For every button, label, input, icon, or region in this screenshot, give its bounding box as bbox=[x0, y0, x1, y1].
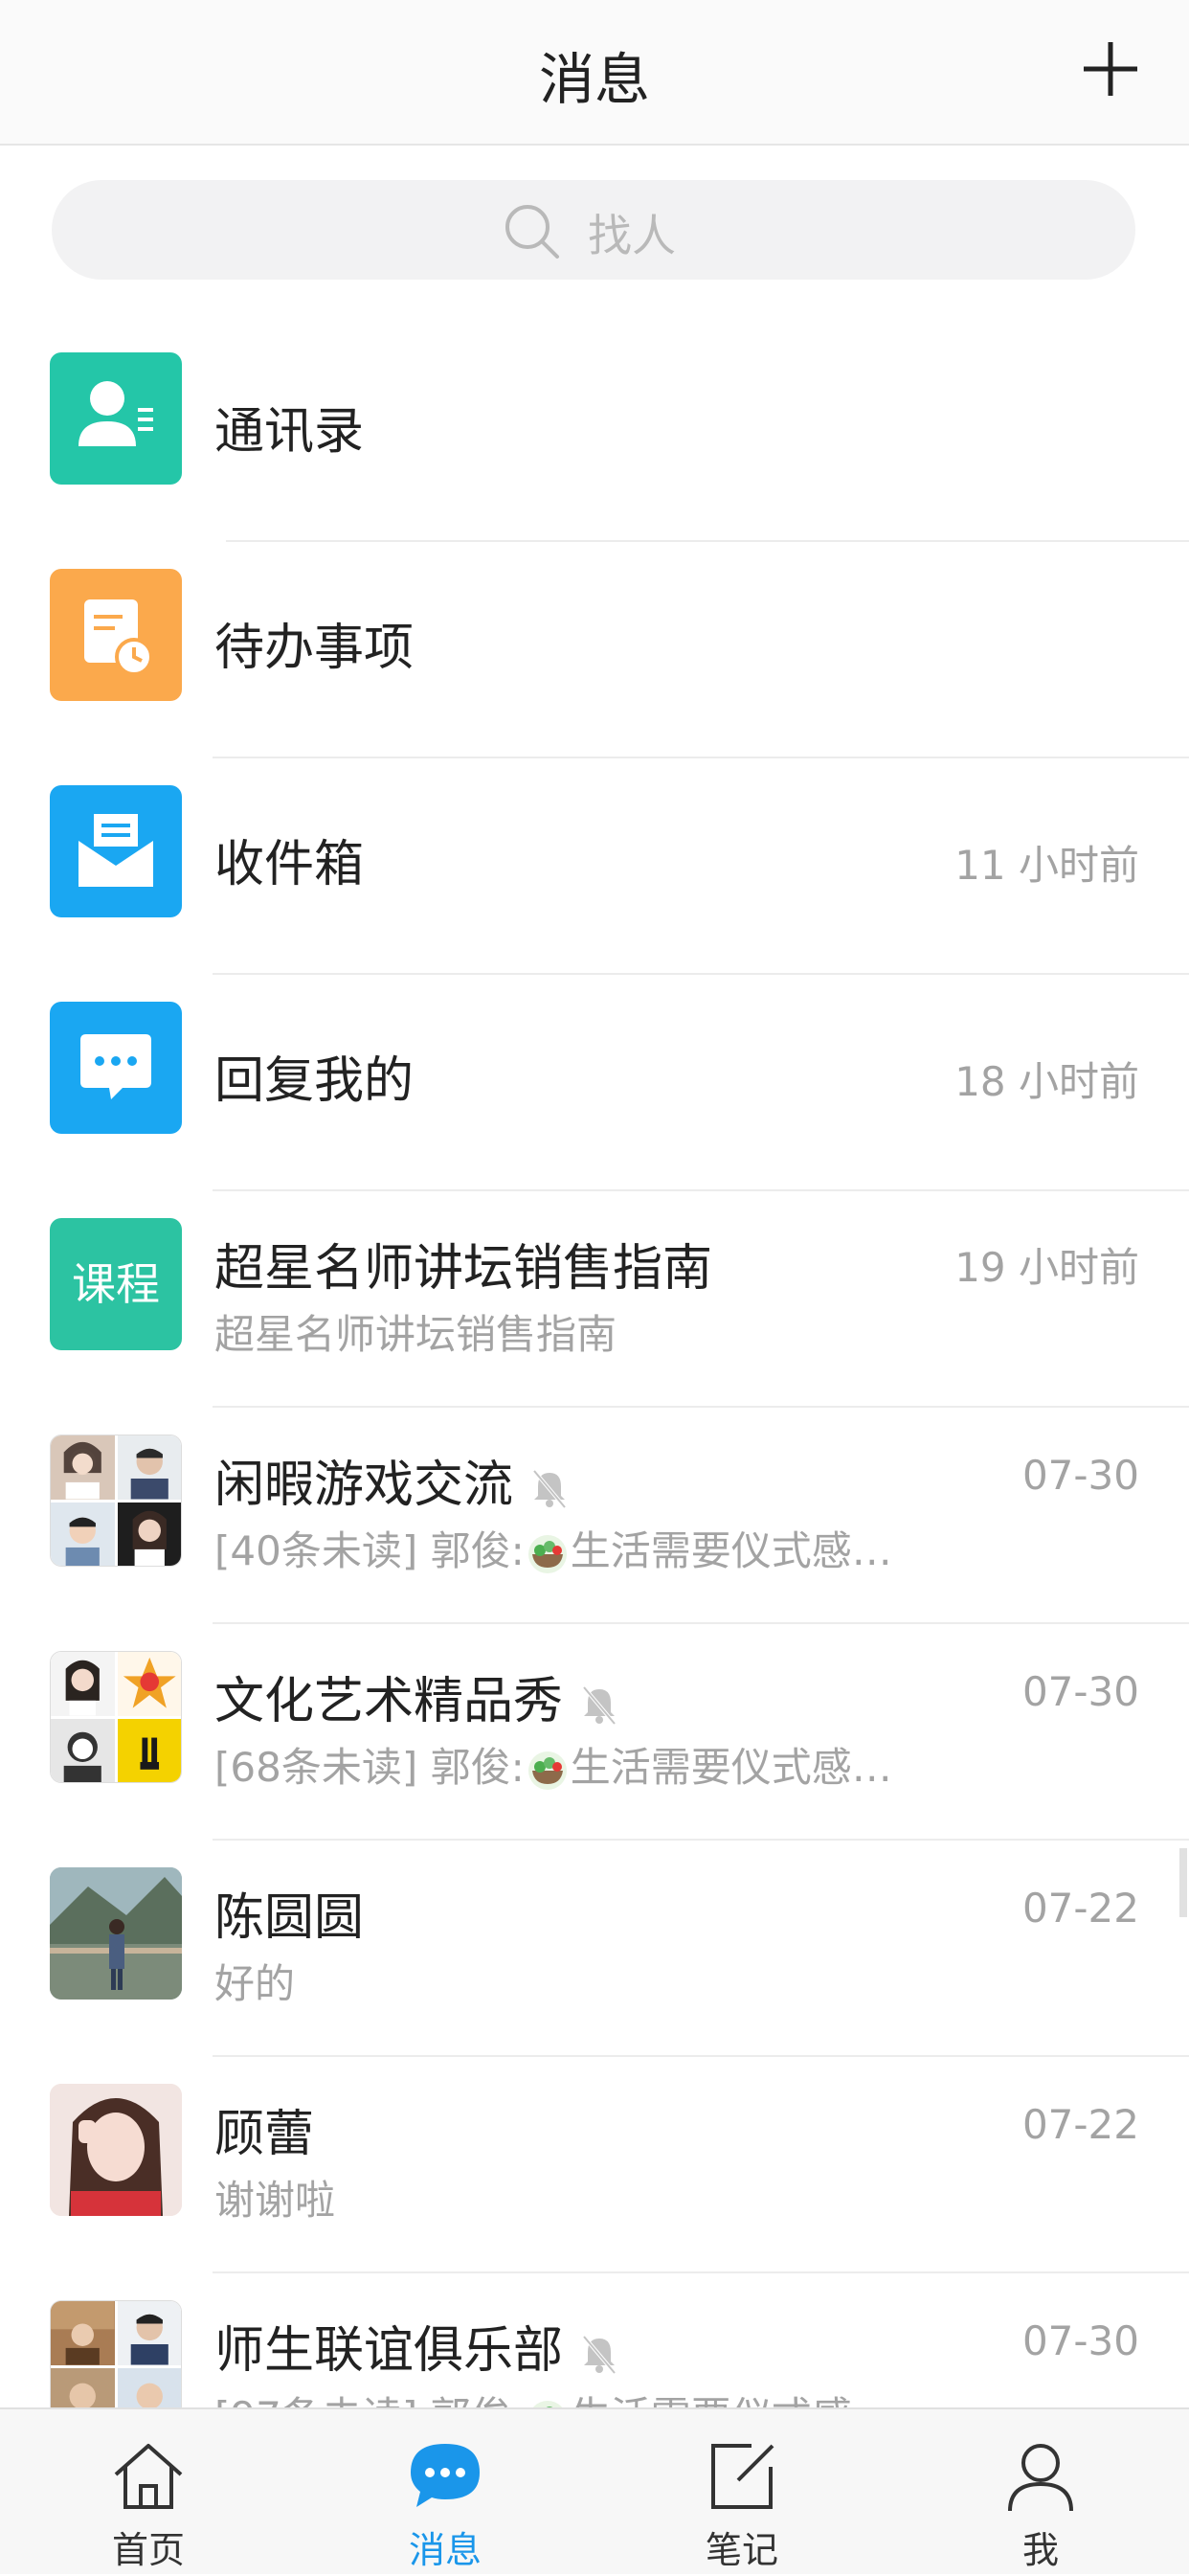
tab-messages[interactable]: 消息 bbox=[297, 2409, 594, 2576]
search-input[interactable]: 找人 bbox=[52, 180, 1135, 280]
course-icon-label: 课程 bbox=[72, 1258, 160, 1310]
item-name: 回复我的 bbox=[214, 1052, 415, 1110]
tab-profile[interactable]: 我 bbox=[892, 2409, 1189, 2576]
tab-label: 我 bbox=[1021, 2529, 1059, 2571]
salad-emoji-icon bbox=[527, 1751, 567, 1790]
preview-suffix: 生活需要仪式感… bbox=[570, 1744, 892, 1791]
home-icon bbox=[114, 2444, 183, 2509]
list-item-inbox[interactable]: 收件箱 11 小时前 bbox=[0, 758, 1189, 975]
mute-icon bbox=[582, 2335, 617, 2375]
item-name: 文化艺术精品秀 bbox=[214, 1673, 564, 1730]
item-name-wrap: 文化艺术精品秀 bbox=[214, 1661, 620, 1732]
contacts-icon bbox=[50, 352, 182, 485]
list-item-todo[interactable]: 待办事项 bbox=[0, 542, 1189, 758]
inbox-icon bbox=[50, 785, 182, 917]
page-title: 消息 bbox=[538, 47, 650, 112]
tab-label: 笔记 bbox=[705, 2529, 778, 2571]
item-time: 07-22 bbox=[1021, 1885, 1139, 1932]
search-placeholder: 找人 bbox=[588, 210, 676, 261]
item-name: 收件箱 bbox=[214, 836, 365, 893]
list-item-group-leisure-games[interactable]: 闲暇游戏交流 07-30 [40条未读] 郭俊: 生活需要仪式感… bbox=[0, 1408, 1189, 1624]
index-scroll-handle[interactable] bbox=[1179, 1848, 1187, 1917]
item-name: 通讯录 bbox=[214, 403, 365, 461]
preview-prefix: [40条未读] 郭俊: bbox=[214, 1527, 525, 1574]
item-preview: 超星名师讲坛销售指南 bbox=[214, 1311, 617, 1358]
avatar bbox=[50, 2084, 182, 2216]
tab-label: 消息 bbox=[408, 2529, 482, 2571]
list-item-chenyuanyuan[interactable]: 陈圆圆 07-22 好的 bbox=[0, 1841, 1189, 2057]
item-time: 07-22 bbox=[1021, 2101, 1139, 2148]
item-time: 07-30 bbox=[1021, 2317, 1139, 2364]
bottom-tab-bar: 首页 消息 笔记 我 bbox=[0, 2407, 1189, 2574]
mute-icon bbox=[582, 1685, 617, 1726]
item-name: 超星名师讲坛销售指南 bbox=[214, 1240, 713, 1298]
item-time: 19 小时前 bbox=[954, 1244, 1139, 1291]
list-item-group-culture-art[interactable]: 文化艺术精品秀 07-30 [68条未读] 郭俊: 生活需要仪式感… bbox=[0, 1624, 1189, 1841]
item-time: 07-30 bbox=[1021, 1668, 1139, 1715]
note-icon bbox=[711, 2444, 774, 2509]
list-item-replies[interactable]: 回复我的 18 小时前 bbox=[0, 975, 1189, 1191]
item-name-wrap: 闲暇游戏交流 bbox=[214, 1444, 571, 1516]
tab-label: 首页 bbox=[111, 2529, 185, 2571]
reply-icon bbox=[50, 1002, 182, 1134]
item-name-wrap: 师生联谊俱乐部 bbox=[214, 2310, 620, 2382]
item-name: 闲暇游戏交流 bbox=[214, 1457, 514, 1514]
top-bar: 消息 bbox=[0, 0, 1189, 146]
message-icon bbox=[411, 2444, 480, 2507]
preview-suffix: 生活需要仪式感… bbox=[570, 1527, 892, 1574]
search-icon bbox=[505, 205, 559, 259]
tab-home[interactable]: 首页 bbox=[0, 2409, 297, 2576]
tab-notes[interactable]: 笔记 bbox=[594, 2409, 890, 2576]
item-time: 18 小时前 bbox=[954, 1058, 1139, 1105]
item-name: 陈圆圆 bbox=[214, 1889, 365, 1947]
item-preview: [40条未读] 郭俊: 生活需要仪式感… bbox=[214, 1519, 892, 1577]
avatar bbox=[50, 1867, 182, 2000]
item-preview: 谢谢啦 bbox=[214, 2177, 336, 2224]
conversation-list: 通讯录 待办事项 收件箱 11 小时前 回复我的 18 小时前 课程 超星名师讲… bbox=[0, 326, 1189, 2490]
item-name: 顾蕾 bbox=[214, 2106, 315, 2163]
preview-prefix: [68条未读] 郭俊: bbox=[214, 1744, 525, 1791]
item-time: 11 小时前 bbox=[954, 842, 1139, 889]
item-time: 07-30 bbox=[1021, 1452, 1139, 1499]
item-preview: 好的 bbox=[214, 1960, 296, 2007]
list-item-course[interactable]: 课程 超星名师讲坛销售指南 19 小时前 超星名师讲坛销售指南 bbox=[0, 1191, 1189, 1408]
item-preview: [68条未读] 郭俊: 生活需要仪式感… bbox=[214, 1735, 892, 1794]
group-avatar bbox=[50, 1435, 182, 1567]
add-icon[interactable] bbox=[1082, 40, 1139, 98]
item-name: 师生联谊俱乐部 bbox=[214, 2322, 564, 2380]
mute-icon bbox=[532, 1469, 567, 1509]
group-avatar bbox=[50, 1651, 182, 1783]
todo-icon bbox=[50, 569, 182, 701]
item-name: 待办事项 bbox=[214, 620, 415, 677]
profile-icon bbox=[1008, 2444, 1073, 2512]
list-item-gulei[interactable]: 顾蕾 07-22 谢谢啦 bbox=[0, 2057, 1189, 2273]
salad-emoji-icon bbox=[527, 1534, 567, 1573]
list-item-contacts[interactable]: 通讯录 bbox=[0, 326, 1189, 542]
course-icon: 课程 bbox=[50, 1218, 182, 1350]
